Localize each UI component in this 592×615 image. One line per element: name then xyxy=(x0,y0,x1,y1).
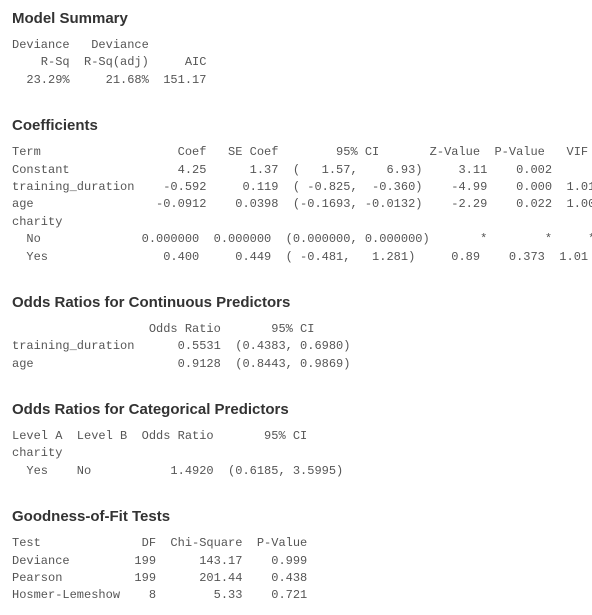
table-row: charity xyxy=(12,446,62,460)
section-title-odds-categorical: Odds Ratios for Categorical Predictors xyxy=(12,401,580,418)
table-row: training_duration -0.592 0.119 ( -0.825,… xyxy=(12,180,592,194)
odds-continuous-header: Odds Ratio 95% CI xyxy=(12,322,314,336)
table-row: Yes 0.400 0.449 ( -0.481, 1.281) 0.89 0.… xyxy=(12,250,588,264)
section-title-model-summary: Model Summary xyxy=(12,10,580,27)
coefficients-block: Term Coef SE Coef 95% CI Z-Value P-Value… xyxy=(12,144,580,266)
model-summary-header1: Deviance Deviance xyxy=(12,38,149,52)
section-title-gof: Goodness-of-Fit Tests xyxy=(12,508,580,525)
table-row: age 0.9128 (0.8443, 0.9869) xyxy=(12,357,350,371)
table-row: charity xyxy=(12,215,62,229)
gof-block: Test DF Chi-Square P-Value Deviance 199 … xyxy=(12,535,580,605)
table-row: Hosmer-Lemeshow 8 5.33 0.721 xyxy=(12,588,307,602)
odds-categorical-header: Level A Level B Odds Ratio 95% CI xyxy=(12,429,307,443)
odds-categorical-block: Level A Level B Odds Ratio 95% CI charit… xyxy=(12,428,580,480)
section-title-coefficients: Coefficients xyxy=(12,117,580,134)
table-row: Pearson 199 201.44 0.438 xyxy=(12,571,307,585)
model-summary-block: Deviance Deviance R-Sq R-Sq(adj) AIC 23.… xyxy=(12,37,580,89)
gof-header: Test DF Chi-Square P-Value xyxy=(12,536,307,550)
table-row: Yes No 1.4920 (0.6185, 3.5995) xyxy=(12,464,343,478)
table-row: No 0.000000 0.000000 (0.000000, 0.000000… xyxy=(12,232,592,246)
coefficients-header: Term Coef SE Coef 95% CI Z-Value P-Value… xyxy=(12,145,588,159)
table-row: training_duration 0.5531 (0.4383, 0.6980… xyxy=(12,339,350,353)
table-row: Deviance 199 143.17 0.999 xyxy=(12,554,307,568)
table-row: age -0.0912 0.0398 (-0.1693, -0.0132) -2… xyxy=(12,197,592,211)
model-summary-header2: R-Sq R-Sq(adj) AIC xyxy=(12,55,206,69)
table-row: Constant 4.25 1.37 ( 1.57, 6.93) 3.11 0.… xyxy=(12,163,552,177)
model-summary-row: 23.29% 21.68% 151.17 xyxy=(12,73,206,87)
odds-continuous-block: Odds Ratio 95% CI training_duration 0.55… xyxy=(12,321,580,373)
section-title-odds-continuous: Odds Ratios for Continuous Predictors xyxy=(12,294,580,311)
